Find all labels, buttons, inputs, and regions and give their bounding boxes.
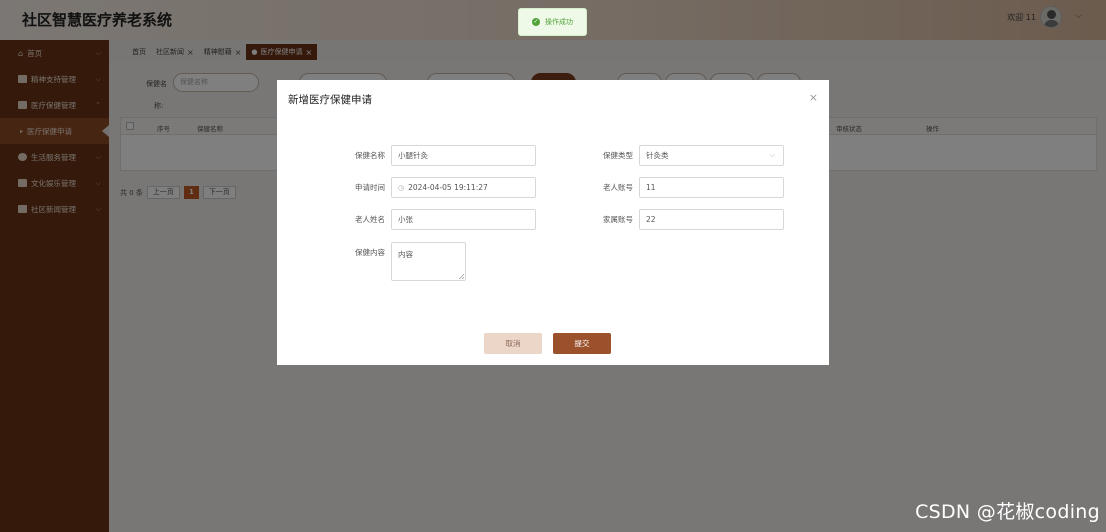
- care-name-input[interactable]: 小腿针灸: [391, 145, 536, 166]
- close-icon[interactable]: ×: [809, 91, 818, 104]
- apply-time-picker[interactable]: ◷ 2024-04-05 19:11:27: [391, 177, 536, 198]
- field-label: 家属账号: [603, 215, 633, 224]
- field-label: 保健名称: [355, 151, 385, 160]
- submit-button[interactable]: 提交: [553, 333, 611, 354]
- success-toast: ✓ 操作成功: [518, 8, 587, 36]
- toast-text: 操作成功: [545, 18, 573, 26]
- cancel-button[interactable]: 取消: [484, 333, 542, 354]
- textarea-value: 内容: [398, 250, 413, 259]
- dialog-title: 新增医疗保健申请: [288, 94, 372, 106]
- field-label: 保健类型: [603, 151, 633, 160]
- time-value: 2024-04-05 19:11:27: [408, 183, 488, 192]
- care-type-select[interactable]: 针灸类 ⌵: [639, 145, 784, 166]
- chevron-down-icon: ⌵: [769, 151, 775, 159]
- watermark: CSDN @花椒coding: [915, 501, 1100, 523]
- field-label: 老人姓名: [355, 215, 385, 224]
- resize-handle-icon[interactable]: [459, 274, 464, 279]
- family-account-input[interactable]: 22: [639, 209, 784, 230]
- field-label: 保健内容: [355, 248, 385, 257]
- check-circle-icon: ✓: [532, 18, 540, 26]
- add-application-dialog: 新增医疗保健申请 × 保健名称 小腿针灸 保健类型 针灸类 ⌵ 申请时间 ◷ 20…: [277, 80, 829, 365]
- field-label: 老人账号: [603, 183, 633, 192]
- elder-name-input[interactable]: 小张: [391, 209, 536, 230]
- elder-account-input[interactable]: 11: [639, 177, 784, 198]
- field-label: 申请时间: [355, 183, 385, 192]
- care-content-textarea[interactable]: 内容: [391, 242, 466, 281]
- select-value: 针灸类: [646, 151, 669, 160]
- clock-icon: ◷: [398, 184, 405, 192]
